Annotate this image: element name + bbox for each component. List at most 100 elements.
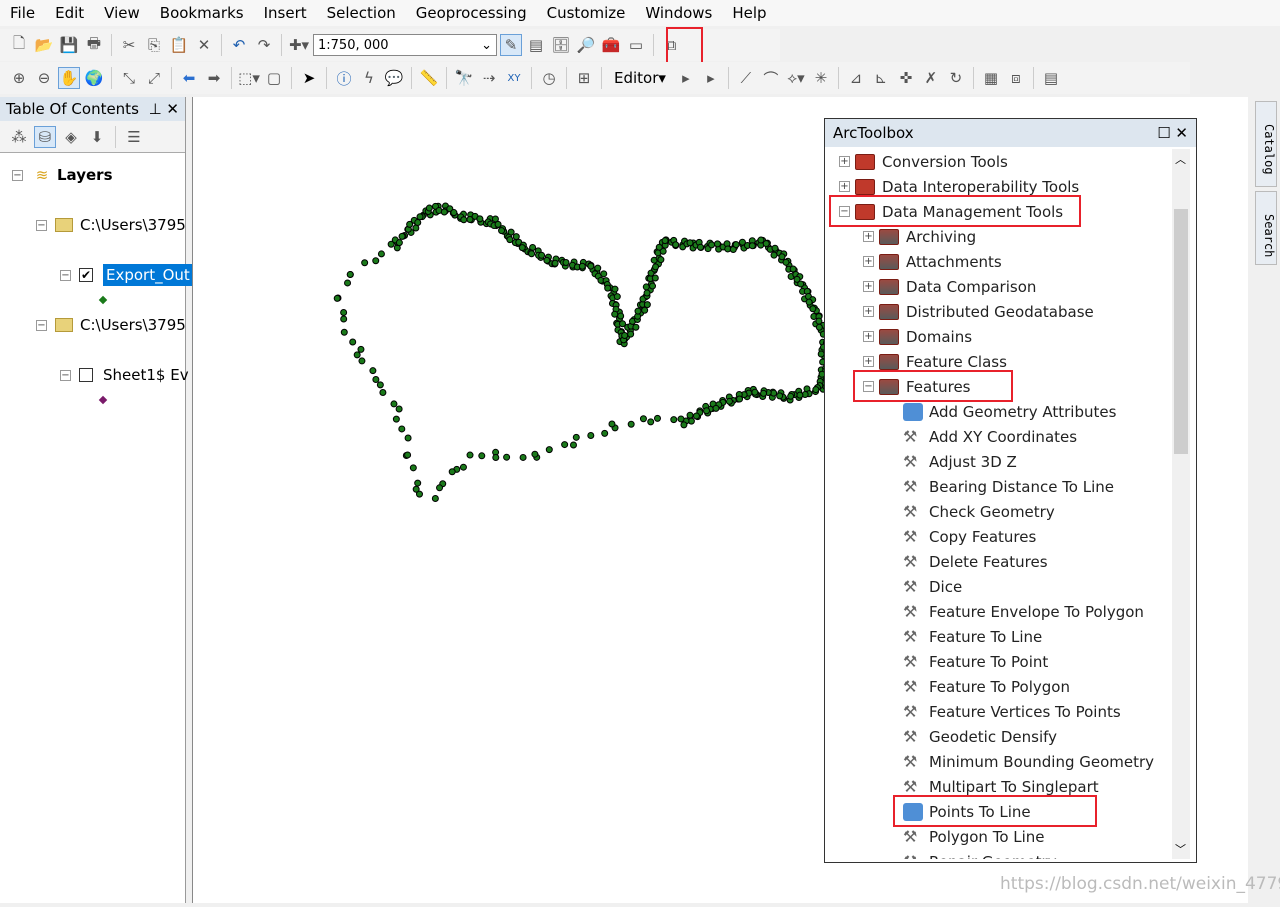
edit-tool-icon[interactable]: ▸ xyxy=(675,67,697,89)
toolbox-item[interactable]: ⚒ Feature To Point xyxy=(903,649,1048,674)
forward-icon[interactable]: ➡ xyxy=(203,67,225,89)
undo-icon[interactable]: ↶ xyxy=(228,34,250,56)
toolbox-item[interactable]: ⚒ Copy Features xyxy=(903,524,1036,549)
toolbox-item[interactable]: ⚒ Delete Features xyxy=(903,549,1048,574)
list-by-drawing-order-icon[interactable]: ⁂ xyxy=(8,126,30,148)
expand-icon[interactable]: + xyxy=(863,306,874,317)
trace-icon[interactable]: ⟡▾ xyxy=(785,67,807,89)
redo-icon[interactable]: ↷ xyxy=(253,34,275,56)
toolbox-item[interactable]: Add Geometry Attributes xyxy=(903,399,1116,424)
python-window-icon[interactable]: ▭ xyxy=(625,34,647,56)
edit-vertices-icon[interactable]: ⊿ xyxy=(845,67,867,89)
select-features-icon[interactable]: ⬚▾ xyxy=(238,67,260,89)
zoom-out-icon[interactable]: ⊖ xyxy=(33,67,55,89)
expand-icon[interactable]: + xyxy=(863,356,874,367)
attributes-icon[interactable]: ▦ xyxy=(980,67,1002,89)
measure-icon[interactable]: 📏 xyxy=(418,67,440,89)
scroll-down-icon[interactable]: ﹀ xyxy=(1175,841,1186,857)
fixed-zoom-out-icon[interactable]: ⤢ xyxy=(143,67,165,89)
select-elements-icon[interactable]: ➤ xyxy=(298,67,320,89)
toc-item[interactable]: − C:\Users\3795 xyxy=(36,213,186,237)
toc-item[interactable]: − Sheet1$ Ev xyxy=(60,363,189,387)
find-route-icon[interactable]: ⇢ xyxy=(478,67,500,89)
point-icon[interactable]: ✳ xyxy=(810,67,832,89)
collapse-icon[interactable]: − xyxy=(60,369,71,381)
search-window-icon[interactable]: 🔎 xyxy=(575,34,597,56)
toolbox-item[interactable]: + Archiving xyxy=(863,224,976,249)
list-by-source-icon[interactable]: ⛁ xyxy=(34,125,56,148)
html-popup-icon[interactable]: 💬 xyxy=(383,67,405,89)
toolbox-item[interactable]: + Conversion Tools xyxy=(839,149,1008,174)
create-features-icon[interactable]: ▤ xyxy=(1040,67,1062,89)
hyperlink-icon[interactable]: ϟ xyxy=(358,67,380,89)
straight-segment-icon[interactable]: ⟋ xyxy=(735,67,757,89)
scroll-up-icon[interactable]: ︿ xyxy=(1175,151,1186,167)
delete-icon[interactable]: ✕ xyxy=(193,34,215,56)
toc-item[interactable]: − ✔ Export_Out xyxy=(60,263,193,287)
toolbox-item[interactable]: ⚒ Dice xyxy=(903,574,962,599)
toolbox-item[interactable]: ⚒ Add XY Coordinates xyxy=(903,424,1077,449)
menu-bookmarks[interactable]: Bookmarks xyxy=(150,4,254,22)
toolbox-item[interactable]: + Distributed Geodatabase xyxy=(863,299,1094,324)
menu-edit[interactable]: Edit xyxy=(45,4,94,22)
collapse-icon[interactable]: − xyxy=(36,319,47,331)
endpoint-arc-icon[interactable]: ⌒ xyxy=(760,67,782,89)
edit-annotation-icon[interactable]: ▸ xyxy=(700,67,722,89)
toolbox-item[interactable]: ⚒ Feature To Line xyxy=(903,624,1042,649)
cut-polygons-icon[interactable]: ✜ xyxy=(895,67,917,89)
list-by-selection-icon[interactable]: ⬇ xyxy=(86,126,108,148)
clear-selection-icon[interactable]: ▢ xyxy=(263,67,285,89)
expand-icon[interactable]: + xyxy=(863,231,874,242)
close-icon[interactable]: ✕ xyxy=(166,100,179,118)
search-tab[interactable]: Search xyxy=(1255,191,1277,265)
back-icon[interactable]: ⬅ xyxy=(178,67,200,89)
toolbox-item[interactable]: ⚒ Minimum Bounding Geometry xyxy=(903,749,1154,774)
magnifier-window-icon[interactable]: ⊞ xyxy=(573,67,595,89)
toolbox-item[interactable]: + Attachments xyxy=(863,249,1002,274)
menu-windows[interactable]: Windows xyxy=(635,4,722,22)
toolbox-scrollbar[interactable]: ︿ ﹀ xyxy=(1172,149,1190,859)
toc-item[interactable]: − C:\Users\3795 xyxy=(36,313,186,337)
time-slider-icon[interactable]: ◷ xyxy=(538,67,560,89)
editor-toolbar-icon[interactable]: ✎ xyxy=(500,34,522,56)
expand-icon[interactable]: + xyxy=(839,181,850,192)
table-of-contents-icon[interactable]: ▤ xyxy=(525,34,547,56)
copy-icon[interactable]: ⎘ xyxy=(143,34,165,56)
toolbox-item[interactable]: ⚒ Bearing Distance To Line xyxy=(903,474,1114,499)
pan-icon[interactable]: ✋ xyxy=(58,67,80,89)
list-by-visibility-icon[interactable]: ◈ xyxy=(60,126,82,148)
collapse-icon[interactable]: − xyxy=(12,169,23,181)
rotate-icon[interactable]: ↻ xyxy=(945,67,967,89)
zoom-in-icon[interactable]: ⊕ xyxy=(8,67,30,89)
menu-customize[interactable]: Customize xyxy=(537,4,636,22)
identify-icon[interactable]: ⓘ xyxy=(333,67,355,89)
menu-selection[interactable]: Selection xyxy=(317,4,406,22)
catalog-window-icon[interactable]: 🗄 xyxy=(550,34,572,56)
menu-file[interactable]: File xyxy=(0,4,45,22)
cut-icon[interactable]: ✂ xyxy=(118,34,140,56)
layer-visibility-checkbox[interactable]: ✔ xyxy=(79,268,93,282)
expand-icon[interactable]: + xyxy=(839,156,850,167)
maximize-icon[interactable]: ☐ xyxy=(1157,124,1170,142)
toolbox-item[interactable]: ⚒ Adjust 3D Z xyxy=(903,449,1017,474)
options-icon[interactable]: ☰ xyxy=(123,126,145,148)
new-icon[interactable]: 🗋 xyxy=(8,34,30,56)
add-data-icon[interactable]: ✚▾ xyxy=(288,34,310,56)
toolbox-item[interactable]: ⚒ Check Geometry xyxy=(903,499,1055,524)
expand-icon[interactable]: + xyxy=(863,331,874,342)
menu-geoprocessing[interactable]: Geoprocessing xyxy=(406,4,537,22)
toolbox-item[interactable]: ⚒ Feature Vertices To Points xyxy=(903,699,1121,724)
split-icon[interactable]: ✗ xyxy=(920,67,942,89)
scrollbar-thumb[interactable] xyxy=(1174,209,1188,454)
pin-icon[interactable]: ⊥ xyxy=(149,100,162,118)
find-icon[interactable]: 🔭 xyxy=(453,67,475,89)
toolbox-item[interactable]: + Domains xyxy=(863,324,972,349)
toolbox-item[interactable]: ⚒ Feature To Polygon xyxy=(903,674,1070,699)
menu-insert[interactable]: Insert xyxy=(254,4,317,22)
layer-visibility-checkbox[interactable] xyxy=(79,368,93,382)
toolbox-item[interactable]: ⚒ Repair Geometry xyxy=(903,849,1057,859)
editor-menu[interactable]: Editor▾ xyxy=(608,69,672,87)
full-extent-icon[interactable]: 🌍 xyxy=(83,67,105,89)
close-icon[interactable]: ✕ xyxy=(1175,124,1188,142)
toolbox-item[interactable]: ⚒ Geodetic Densify xyxy=(903,724,1057,749)
